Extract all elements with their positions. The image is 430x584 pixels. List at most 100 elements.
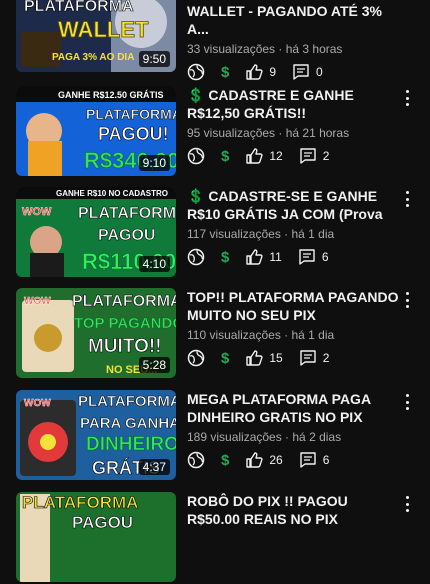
video-meta: 33 visualizações · há 3 horas bbox=[187, 42, 343, 56]
globe-icon[interactable] bbox=[187, 451, 205, 469]
comment-icon bbox=[300, 148, 316, 164]
comment-button[interactable]: 2 bbox=[299, 349, 330, 367]
like-button[interactable]: 26 bbox=[245, 451, 283, 469]
video-thumbnail[interactable]: PLATAFORMA PARA GANHAR DINHEIRO GRÁTIS W… bbox=[16, 390, 176, 480]
thumbnail-text: WOW bbox=[22, 206, 52, 218]
thumbs-up-icon bbox=[246, 350, 263, 366]
video-title[interactable]: 💲 CADASTRE E GANHE R$12,50 GRÁTIS!! PLAT… bbox=[187, 86, 399, 122]
like-count: 11 bbox=[269, 250, 282, 264]
globe-icon[interactable] bbox=[187, 63, 205, 81]
thumbnail-text: PLATAFORMA bbox=[78, 205, 176, 222]
thumbnail-art: PLATAFORMA PAGOU bbox=[16, 492, 176, 582]
video-info: MEGA PLATAFORMA PAGA DINHEIRO GRATIS NO … bbox=[187, 390, 399, 470]
comment-button[interactable]: 0 bbox=[292, 63, 323, 81]
comment-count: 2 bbox=[322, 149, 330, 163]
more-vert-icon[interactable] bbox=[402, 496, 412, 512]
like-button[interactable]: 15 bbox=[245, 349, 283, 367]
thumbnail-text: WOW bbox=[24, 398, 51, 409]
like-count: 12 bbox=[269, 149, 283, 163]
thumbnail-text: GANHE R$10 NO CADASTRO bbox=[56, 189, 168, 198]
video-info: WALLET - PAGANDO ATÉ 3% A... 33 visualiz… bbox=[187, 2, 399, 82]
comment-button[interactable]: 6 bbox=[299, 451, 330, 469]
comment-icon bbox=[300, 452, 316, 468]
comment-count: 0 bbox=[316, 65, 323, 79]
thumbnail-text: PAGA 3% AO DIA bbox=[52, 52, 134, 63]
video-item[interactable]: PLATAFORMA TOP PAGANDO MUITO!! NO SEU...… bbox=[0, 288, 430, 380]
action-row: $ 15 2 bbox=[187, 348, 399, 368]
video-thumbnail[interactable]: PLATAFORMA TOP PAGANDO MUITO!! NO SEU...… bbox=[16, 288, 176, 378]
comment-button[interactable]: 6 bbox=[298, 248, 329, 266]
more-vert-icon[interactable] bbox=[402, 292, 412, 308]
like-button[interactable]: 12 bbox=[245, 147, 283, 165]
comment-count: 6 bbox=[321, 250, 329, 264]
video-thumbnail[interactable]: PLATAFORMA WALLET PAGA 3% AO DIA 9:50 bbox=[16, 0, 176, 72]
video-thumbnail[interactable]: GANHE R$10 NO CADASTRO PLATAFORMA PAGOU … bbox=[16, 187, 176, 277]
comment-icon bbox=[299, 249, 315, 265]
like-count: 26 bbox=[269, 453, 283, 467]
thumbs-up-icon bbox=[246, 148, 263, 164]
video-title[interactable]: 💲 CADASTRE-SE E GANHE R$10 GRÁTIS JA COM… bbox=[187, 187, 399, 223]
video-title[interactable]: ROBÔ DO PIX !! PAGOU R$50.00 REAIS NO PI… bbox=[187, 492, 399, 528]
action-row: $ 12 2 bbox=[187, 146, 399, 166]
like-count: 15 bbox=[269, 351, 283, 365]
more-vert-icon[interactable] bbox=[402, 394, 412, 410]
video-item[interactable]: PLATAFORMA WALLET PAGA 3% AO DIA 9:50 WA… bbox=[0, 0, 430, 81]
like-count: 9 bbox=[269, 65, 277, 79]
thumbnail-text: WALLET bbox=[58, 17, 149, 42]
dollar-icon[interactable]: $ bbox=[221, 452, 229, 469]
dollar-icon[interactable]: $ bbox=[221, 64, 229, 81]
dollar-icon[interactable]: $ bbox=[221, 350, 229, 367]
thumbnail-text: DINHEIRO bbox=[86, 434, 176, 455]
comment-button[interactable]: 2 bbox=[299, 147, 330, 165]
thumbnail-text: PLATAFORMA bbox=[24, 0, 134, 15]
globe-icon[interactable] bbox=[187, 147, 205, 165]
action-row: $ 26 6 bbox=[187, 450, 399, 470]
action-row: $ 9 0 bbox=[187, 62, 399, 82]
globe-icon[interactable] bbox=[187, 248, 205, 266]
video-info: 💲 CADASTRE-SE E GANHE R$10 GRÁTIS JA COM… bbox=[187, 187, 399, 267]
duration-badge: 9:10 bbox=[138, 155, 170, 171]
video-meta: 117 visualizações · há 1 dia bbox=[187, 227, 335, 241]
like-button[interactable]: 9 bbox=[245, 63, 276, 81]
comment-icon bbox=[300, 350, 316, 366]
video-item[interactable]: GANHE R$12.50 GRÁTIS PLATAFORMAS PAGOU! … bbox=[0, 86, 430, 178]
comment-count: 2 bbox=[322, 351, 330, 365]
video-item[interactable]: PLATAFORMA PARA GANHAR DINHEIRO GRÁTIS W… bbox=[0, 390, 430, 482]
duration-badge: 5:28 bbox=[138, 357, 170, 373]
video-info: TOP!! PLATAFORMA PAGANDO MUITO NO SEU PI… bbox=[187, 288, 399, 368]
more-vert-icon[interactable] bbox=[402, 191, 412, 207]
thumbs-up-icon bbox=[246, 249, 263, 265]
thumbnail-text: PARA GANHAR bbox=[80, 415, 176, 432]
dollar-icon[interactable]: $ bbox=[221, 148, 229, 165]
duration-badge: 9:50 bbox=[138, 51, 170, 67]
thumbs-up-icon bbox=[246, 64, 263, 80]
comment-icon bbox=[293, 64, 309, 80]
video-thumbnail[interactable]: PLATAFORMA PAGOU bbox=[16, 492, 176, 582]
thumbnail-text: PAGOU bbox=[98, 227, 155, 244]
thumbnail-text: TOP PAGANDO bbox=[74, 315, 176, 332]
video-title[interactable]: WALLET - PAGANDO ATÉ 3% A... bbox=[187, 2, 399, 38]
video-info: 💲 CADASTRE E GANHE R$12,50 GRÁTIS!! PLAT… bbox=[187, 86, 399, 166]
like-button[interactable]: 11 bbox=[245, 248, 282, 266]
thumbs-up-icon bbox=[246, 452, 263, 468]
thumbnail-text: PLATAFORMAS bbox=[86, 106, 176, 122]
video-thumbnail[interactable]: GANHE R$12.50 GRÁTIS PLATAFORMAS PAGOU! … bbox=[16, 86, 176, 176]
thumbnail-text: PLATAFORMA bbox=[22, 493, 138, 512]
thumbnail-text: PAGOU! bbox=[98, 124, 169, 144]
video-info: ROBÔ DO PIX !! PAGOU R$50.00 REAIS NO PI… bbox=[187, 492, 399, 528]
thumbnail-text: GANHE R$12.50 GRÁTIS bbox=[58, 90, 164, 100]
video-meta: 110 visualizações · há 1 dia bbox=[187, 328, 335, 342]
globe-icon[interactable] bbox=[187, 349, 205, 367]
video-title[interactable]: MEGA PLATAFORMA PAGA DINHEIRO GRATIS NO … bbox=[187, 390, 399, 426]
more-vert-icon[interactable] bbox=[402, 90, 412, 106]
thumbnail-text: PLATAFORMA bbox=[72, 293, 176, 310]
duration-badge: 4:37 bbox=[138, 459, 170, 475]
video-item[interactable]: PLATAFORMA PAGOU ROBÔ DO PIX !! PAGOU R$… bbox=[0, 492, 430, 584]
thumbnail-text: MUITO!! bbox=[88, 336, 162, 357]
duration-badge: 4:10 bbox=[138, 256, 170, 272]
comment-count: 6 bbox=[322, 453, 330, 467]
video-item[interactable]: GANHE R$10 NO CADASTRO PLATAFORMA PAGOU … bbox=[0, 187, 430, 279]
dollar-icon[interactable]: $ bbox=[221, 249, 229, 266]
thumbnail-text: WOW bbox=[24, 296, 51, 307]
video-title[interactable]: TOP!! PLATAFORMA PAGANDO MUITO NO SEU PI… bbox=[187, 288, 399, 324]
